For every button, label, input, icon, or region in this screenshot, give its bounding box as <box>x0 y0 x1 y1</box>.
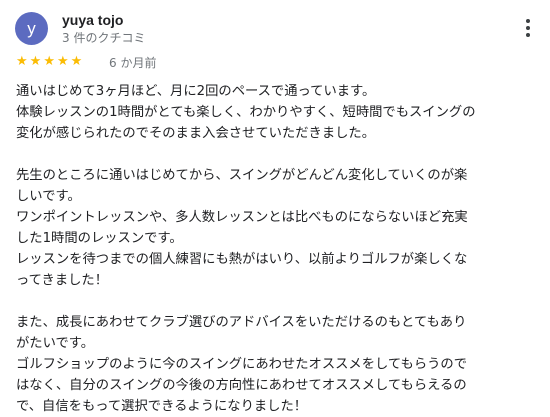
review-line: 先生のところに通いはじめてから、スイングがどんどん変化していくのが楽 <box>16 168 468 183</box>
review-line: ワンポイントレッスンや、多人数レッスンとは比べものにならないほど充実 <box>16 210 468 225</box>
star-icon: ★ <box>43 54 55 69</box>
more-options-icon[interactable] <box>520 16 536 40</box>
star-icon: ★ <box>56 54 69 69</box>
review-line: はなく、自分のスイングの今後の方向性にあわせてオススメしてもらえるの <box>16 378 467 393</box>
review-line: した1時間のレッスンです。 <box>16 231 183 246</box>
star-icon: ★ <box>16 54 28 69</box>
review-text: 通いはじめて3ヶ月ほど、月に2回のペースで通っています。体験レッスンの1時間がと… <box>16 81 544 417</box>
star-icon: ★ <box>29 54 42 69</box>
review-line: 変化が感じられたのでそのまま入会させていただきました。 <box>16 126 376 141</box>
review-date: 6 か月前 <box>109 56 157 70</box>
review-line: しいです。 <box>16 189 81 204</box>
review-line: ゴルフショップのように今のスイングにあわせたオススメをしてもらうので <box>16 357 468 372</box>
review-line: で、自信をもって選択できるようになりました！ <box>16 399 308 414</box>
reviewer-avatar[interactable]: y <box>15 12 48 45</box>
review-line: 通いはじめて3ヶ月ほど、月に2回のペースで通っています。 <box>16 84 376 99</box>
review-line: 体験レッスンの1時間がとても楽しく、わかりやすく、短時間でもスイングの <box>16 105 476 120</box>
reviewer-name[interactable]: yuya tojo <box>62 12 123 28</box>
review-line: レッスンを待つまでの個人練習にも熱がはいり、以前よりゴルフが楽しくな <box>16 252 468 267</box>
star-icon: ★ <box>70 54 83 69</box>
star-rating: ★ ★ ★ ★ ★ <box>16 55 82 68</box>
review-line: また、成長にあわせてクラブ選びのアドバイスをいただけるのもとてもあり <box>16 315 467 330</box>
review-line: ってきました！ <box>16 273 109 288</box>
avatar-letter: y <box>27 18 36 38</box>
reviewer-review-count: 3 件のクチコミ <box>62 31 146 45</box>
review-line: がたいです。 <box>16 336 95 351</box>
